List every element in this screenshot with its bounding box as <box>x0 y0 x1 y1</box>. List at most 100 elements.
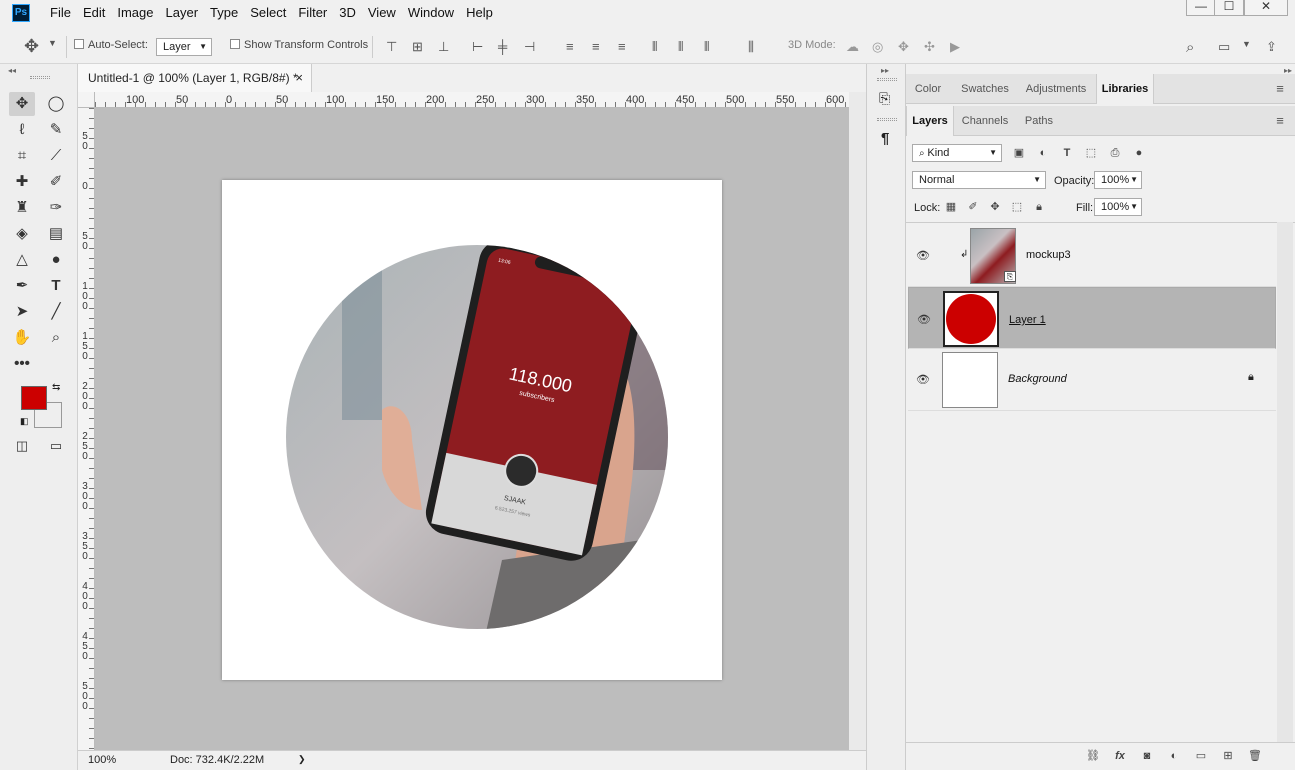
minimize-button[interactable]: — <box>1186 0 1216 16</box>
tab-libraries[interactable]: Libraries <box>1096 74 1154 104</box>
panel-menu-icon[interactable]: ≡ <box>1272 74 1288 104</box>
slide-3d-icon[interactable]: ✣ <box>924 39 935 55</box>
new-layer-icon[interactable]: ⊞ <box>1221 749 1235 763</box>
panel-grip[interactable] <box>30 76 50 79</box>
opacity-field[interactable]: 100% ▼ <box>1094 171 1142 189</box>
lock-all-icon[interactable]: 🔒︎ <box>1032 200 1046 214</box>
doc-size[interactable]: Doc: 732.4K/2.22M <box>170 754 264 766</box>
move-tool-preset-icon[interactable]: ✥ <box>24 36 39 56</box>
fill-field[interactable]: 100% ▼ <box>1094 198 1142 216</box>
roll-3d-icon[interactable]: ◎ <box>872 39 883 55</box>
distribute-vcenter-icon[interactable]: ≡ <box>592 39 600 55</box>
close-button[interactable]: ✕ <box>1244 0 1288 16</box>
layer-name[interactable]: mockup3 <box>1026 249 1071 261</box>
layer-name[interactable]: Background <box>1008 373 1067 385</box>
auto-select-dropdown[interactable]: Layer ▼ <box>156 38 212 56</box>
visibility-eye-icon[interactable]: 👁︎ <box>916 249 930 262</box>
menu-select[interactable]: Select <box>244 0 292 26</box>
tab-channels[interactable]: Channels <box>958 106 1012 136</box>
lock-artboard-icon[interactable]: ⬚ <box>1010 200 1024 214</box>
default-colors-icon[interactable]: ◧ <box>20 416 29 427</box>
path-selection-icon[interactable]: ➤ <box>9 300 35 324</box>
tab-swatches[interactable]: Swatches <box>954 74 1016 104</box>
visibility-eye-icon[interactable]: 👁︎ <box>916 373 930 386</box>
panel-grip[interactable] <box>877 78 897 81</box>
status-menu-arrow[interactable]: ❯ <box>298 754 306 765</box>
lock-icon[interactable]: 🔒︎ <box>1248 371 1254 384</box>
dodge-tool-icon[interactable]: ● <box>43 248 69 272</box>
horizontal-ruler[interactable]: 100 50 0 50 100 150 200 250 300 350 400 … <box>95 92 849 108</box>
align-right-icon[interactable]: ⊣ <box>524 39 535 55</box>
align-vertical-center-icon[interactable]: ⊞ <box>412 39 423 55</box>
chevron-down-icon[interactable]: ▼ <box>1242 39 1251 55</box>
hand-tool-icon[interactable]: ✋ <box>9 326 35 350</box>
expand-icon[interactable]: ▸▸ <box>881 66 889 75</box>
align-horizontal-center-icon[interactable]: ╪ <box>498 39 507 55</box>
workspace-icon[interactable]: ▭ <box>1218 39 1230 55</box>
layer-row-mockup3[interactable]: 👁︎ ↲ ⎘ mockup3 <box>908 225 1276 287</box>
foreground-color-swatch[interactable] <box>21 386 47 410</box>
search-icon[interactable]: ⌕ <box>1186 39 1194 56</box>
menu-file[interactable]: File <box>44 0 77 26</box>
menu-type[interactable]: Type <box>204 0 244 26</box>
layer-name[interactable]: Layer 1 <box>1009 312 1046 328</box>
add-mask-icon[interactable]: ◙ <box>1140 749 1154 763</box>
panel-grip[interactable] <box>877 118 897 121</box>
share-icon[interactable]: ⇪ <box>1266 39 1277 55</box>
layer-row-layer1[interactable]: 👁︎ Layer 1 <box>908 287 1276 349</box>
quick-selection-icon[interactable]: ✎ <box>43 118 69 142</box>
adjustment-filter-icon[interactable]: ◐ <box>1036 146 1050 160</box>
collapse-icon[interactable]: ◂◂ <box>8 66 16 75</box>
menu-filter[interactable]: Filter <box>292 0 333 26</box>
align-bottom-icon[interactable]: ⊥ <box>438 39 449 55</box>
align-left-icon[interactable]: ⊢ <box>472 39 483 55</box>
brush-tool-icon[interactable]: ✐ <box>43 170 69 194</box>
screen-mode-icon[interactable]: ▭ <box>43 434 69 458</box>
zoom-tool-icon[interactable]: ⌕ <box>43 326 69 350</box>
panel-menu-icon[interactable]: ≡ <box>1272 106 1288 136</box>
menu-edit[interactable]: Edit <box>77 0 111 26</box>
tab-paths[interactable]: Paths <box>1018 106 1060 136</box>
zoom-level[interactable]: 100% <box>88 754 116 766</box>
close-tab-button[interactable]: × <box>295 64 303 92</box>
orbit-3d-icon[interactable]: ☁ <box>846 39 859 55</box>
swap-colors-icon[interactable]: ⇆ <box>52 382 60 393</box>
menu-layer[interactable]: Layer <box>160 0 205 26</box>
lock-position-icon[interactable]: ✥ <box>988 200 1002 214</box>
lock-image-icon[interactable]: ✐ <box>966 200 980 214</box>
eraser-tool-icon[interactable]: ◈ <box>9 222 35 246</box>
line-tool-icon[interactable]: ╱ <box>43 300 69 324</box>
layer-style-icon[interactable]: fx <box>1113 749 1127 763</box>
vertical-ruler[interactable]: 5 0 0 5 0 1 0 0 1 5 0 2 0 0 2 5 0 3 0 0 … <box>78 108 95 750</box>
distribute-top-icon[interactable]: ≡ <box>566 39 574 55</box>
auto-select-checkbox[interactable]: Auto-Select: <box>74 39 148 55</box>
type-filter-icon[interactable]: T <box>1060 146 1074 160</box>
eyedropper-icon[interactable]: ⟋ <box>43 144 69 168</box>
history-panel-icon[interactable]: ⎘ <box>879 90 890 107</box>
chevron-down-icon[interactable]: ▼ <box>48 38 57 54</box>
tab-adjustments[interactable]: Adjustments <box>1020 74 1092 104</box>
menu-3d[interactable]: 3D <box>333 0 362 26</box>
delete-layer-icon[interactable]: 🗑︎ <box>1248 749 1262 763</box>
paragraph-panel-icon[interactable]: ¶ <box>881 130 889 147</box>
blur-tool-icon[interactable]: △ <box>9 248 35 272</box>
move-tool-icon[interactable]: ✥ <box>9 92 35 116</box>
menu-window[interactable]: Window <box>402 0 460 26</box>
adjustment-layer-icon[interactable]: ◐ <box>1167 749 1181 763</box>
distribute-bottom-icon[interactable]: ≡ <box>618 39 626 55</box>
maximize-button[interactable]: ☐ <box>1214 0 1244 16</box>
align-top-icon[interactable]: ⊤ <box>386 39 397 55</box>
blend-mode-select[interactable]: Normal ▼ <box>912 171 1046 189</box>
link-layers-icon[interactable]: ⛓︎ <box>1086 749 1100 763</box>
pixel-filter-icon[interactable]: ▣ <box>1012 146 1026 160</box>
menu-image[interactable]: Image <box>111 0 159 26</box>
shape-filter-icon[interactable]: ⬚ <box>1084 146 1098 160</box>
tab-color[interactable]: Color <box>906 74 950 104</box>
smart-object-filter-icon[interactable]: ⎙ <box>1108 146 1122 160</box>
ruler-origin[interactable] <box>78 92 95 108</box>
pen-tool-icon[interactable]: ✒ <box>9 274 35 298</box>
auto-align-icon[interactable]: ⫼ <box>748 39 754 55</box>
layers-scrollbar[interactable] <box>1277 222 1293 742</box>
filter-toggle-icon[interactable]: ● <box>1132 146 1146 160</box>
pan-3d-icon[interactable]: ✥ <box>898 39 909 55</box>
